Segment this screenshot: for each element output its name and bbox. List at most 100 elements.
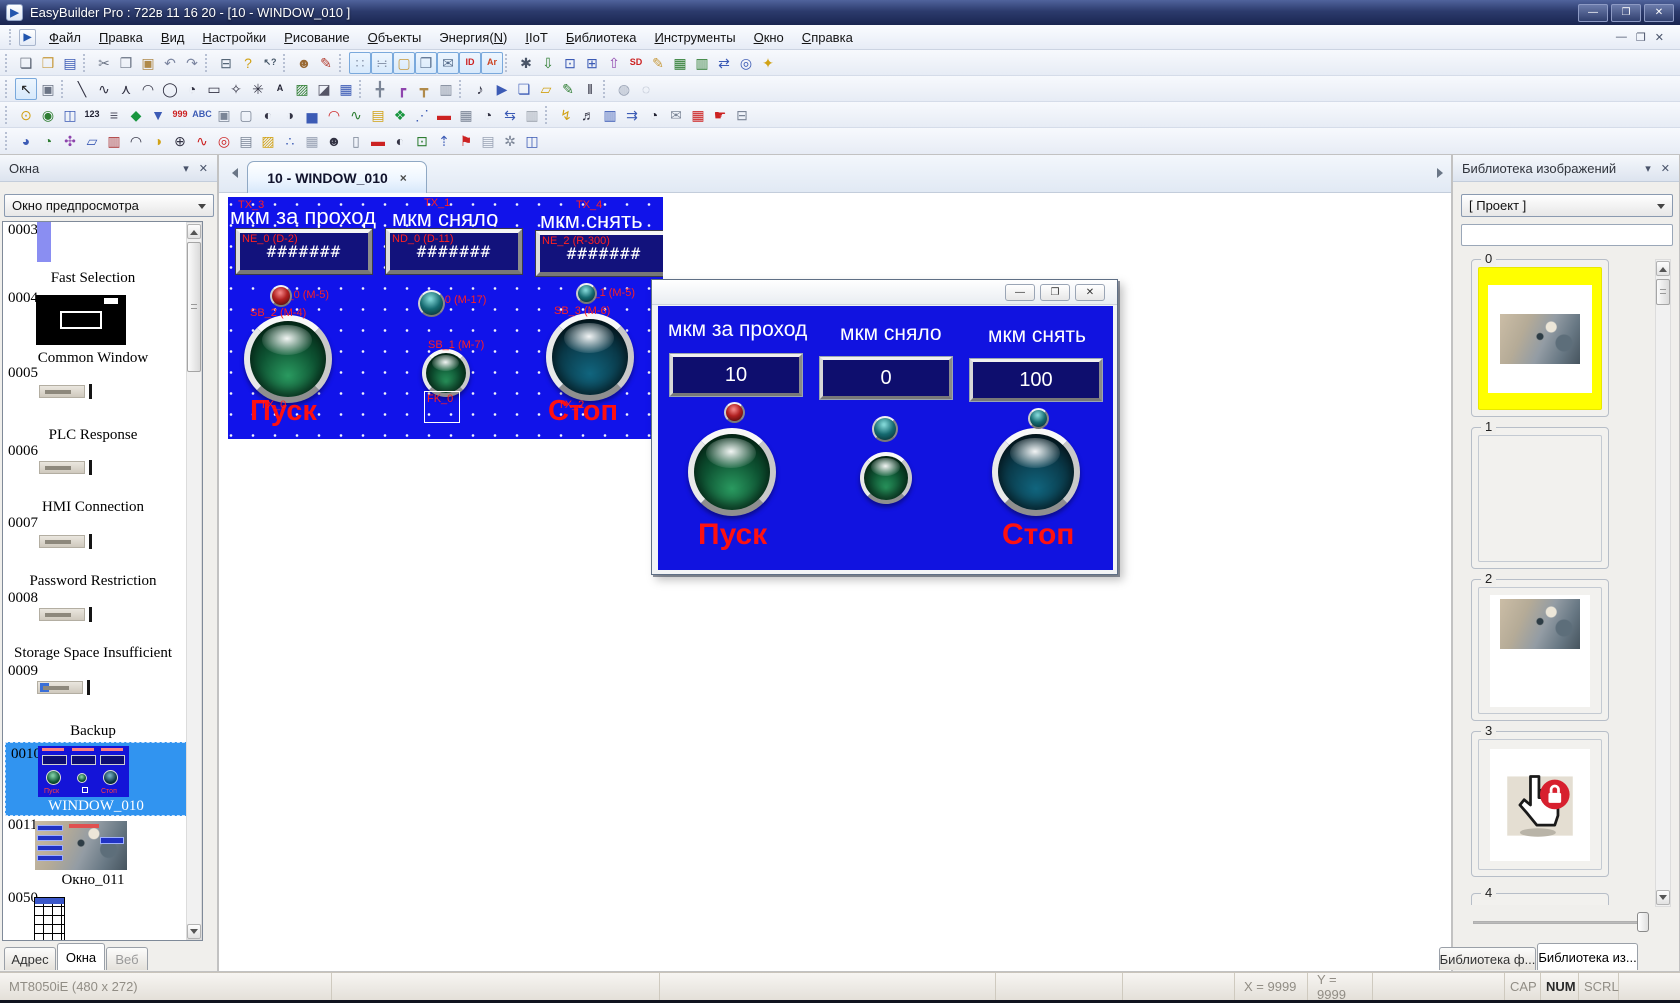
window-list-item[interactable]: 0006 HMI Connection [3, 443, 187, 518]
upload-button[interactable]: ⇧ [603, 52, 625, 74]
animation-button[interactable]: ◑ [279, 104, 301, 126]
window-list-scrollbar[interactable] [186, 222, 202, 940]
trend-curve-button[interactable]: ∿ [191, 130, 213, 152]
menu-item-library[interactable]: Библиотека [557, 27, 646, 48]
zoom-slider-handle[interactable] [1637, 912, 1649, 932]
grid-object-button[interactable]: ▦ [301, 130, 323, 152]
library-item-4[interactable]: 4 [1471, 885, 1609, 905]
print-button[interactable]: ⊟ [215, 52, 237, 74]
alarm-bar-button[interactable]: ▬ [433, 104, 455, 126]
pipe-elbow-tool[interactable]: ┏ [391, 78, 413, 100]
table-edit-button[interactable]: ▥ [691, 52, 713, 74]
polygon-tool[interactable]: ✧ [225, 78, 247, 100]
bit-lamp-object[interactable] [418, 290, 445, 317]
combo-button[interactable]: ▼ [147, 104, 169, 126]
status-pill-button[interactable]: ▬ [367, 130, 389, 152]
save-button[interactable]: ▤ [59, 52, 81, 74]
sim-start-button[interactable] [688, 428, 776, 516]
ungroup-button[interactable]: ◌ [635, 78, 657, 100]
tag-object-button[interactable]: ▱ [535, 78, 557, 100]
schedule-table-button[interactable]: ▤ [235, 130, 257, 152]
pipe-tee-tool[interactable]: ┳ [413, 78, 435, 100]
stack-object-button[interactable]: ❏ [513, 78, 535, 100]
menu-item-window[interactable]: Окно [745, 27, 793, 48]
numeric-object-button[interactable]: 999 [169, 104, 191, 126]
window-preview-select[interactable]: Окно предпросмотра [4, 194, 214, 217]
sound-object-button[interactable]: ♪ [469, 78, 491, 100]
hmi-design-screen[interactable]: TX_3 мкм за проход TX_1 мкм сняло TX_4 м… [228, 197, 663, 439]
context-help-button[interactable]: ↖? [259, 52, 281, 74]
sim-restore-button[interactable]: ❐ [1040, 283, 1070, 301]
tab-scroll-left-icon[interactable] [227, 168, 238, 178]
color-pie-button[interactable]: ◑ [147, 130, 169, 152]
text-tool[interactable]: A [269, 78, 291, 100]
simulation-title-bar[interactable]: — ❐ ✕ [652, 280, 1117, 305]
tab-scroll-right-icon[interactable] [1437, 168, 1448, 178]
mdi-close-button[interactable]: ✕ [1655, 31, 1664, 44]
email-button[interactable]: ✉ [665, 104, 687, 126]
xy-plot-button[interactable]: ⋰ [411, 104, 433, 126]
trend-display-button[interactable]: ∿ [345, 104, 367, 126]
recipe-editor-button[interactable]: ✎ [647, 52, 669, 74]
numeric-display-object[interactable]: NE_0 (D-2) ####### [236, 229, 372, 274]
menu-item-help[interactable]: Справка [793, 27, 862, 48]
panel-collapse-icon[interactable]: ▾ [183, 162, 189, 175]
touch-gesture-button[interactable]: ☛ [709, 104, 731, 126]
gear-object-button[interactable]: ✲ [499, 130, 521, 152]
pipe-straight-tool[interactable]: ╋ [369, 78, 391, 100]
cut-button[interactable]: ✂ [93, 52, 115, 74]
door-object-button[interactable]: ▯ [345, 130, 367, 152]
grid-toggle[interactable]: ∷ [349, 51, 371, 74]
ellipse-tool[interactable]: ◯ [159, 78, 181, 100]
undo-button[interactable]: ↶ [159, 52, 181, 74]
menu-item-options[interactable]: Настройки [193, 27, 275, 48]
new-button[interactable]: ❏ [15, 52, 37, 74]
barcode-object-button[interactable]: ‖ [579, 78, 601, 100]
document-object-button[interactable]: ▤ [477, 130, 499, 152]
curve-tool[interactable]: ∿ [93, 78, 115, 100]
about-button[interactable]: ? [237, 52, 259, 74]
backup-object-button[interactable]: ↯ [555, 104, 577, 126]
word-lamp-button[interactable]: ◉ [37, 104, 59, 126]
copy-button[interactable]: ❐ [115, 52, 137, 74]
simulation-window[interactable]: — ❐ ✕ мкм за проход мкм сняло мкм снять 10… [651, 279, 1118, 575]
fan-chart-button[interactable]: ✣ [59, 130, 81, 152]
rectangle-tool[interactable]: ▭ [203, 78, 225, 100]
stop-button-object[interactable] [546, 313, 634, 401]
direct-window-button[interactable]: ▢ [235, 104, 257, 126]
sd-download-button[interactable]: SD [625, 52, 647, 74]
plc-control-button[interactable]: ⇉ [621, 104, 643, 126]
function-key-object[interactable]: FK_0 [424, 391, 460, 423]
window-list-item[interactable]: 0050 [3, 890, 187, 940]
data-transfer-button[interactable]: ⇆ [499, 104, 521, 126]
data-block-button[interactable]: ❖ [389, 104, 411, 126]
bit-lamp-object[interactable] [270, 285, 292, 307]
menu-item-iiot[interactable]: IIoT [516, 27, 556, 48]
pie-tool[interactable]: ◔ [181, 78, 203, 100]
bit-lamp-button[interactable]: ⊙ [15, 104, 37, 126]
pie-chart-button[interactable]: ◕ [15, 130, 37, 152]
printer-object-button[interactable]: ⊟ [731, 104, 753, 126]
set-bit-button[interactable]: ◫ [59, 104, 81, 126]
mdi-restore-button[interactable]: ❐ [1636, 31, 1646, 44]
library-item-2[interactable]: 2 [1471, 571, 1609, 721]
window-settings-toggle[interactable]: ▢ [393, 51, 415, 74]
bar-graph-button[interactable]: ▅ [301, 104, 323, 126]
ascii-object-button[interactable]: ABC [191, 104, 213, 126]
operator-panel-button[interactable]: ☻ [323, 130, 345, 152]
shape-tool[interactable]: ◪ [313, 78, 335, 100]
zoom-slider-track[interactable] [1473, 921, 1649, 924]
data-sampling-button[interactable]: ▥ [599, 104, 621, 126]
monitor-clock-button[interactable]: ⊡ [411, 130, 433, 152]
numeric-display-object[interactable]: NE_2 (R-300) ####### [536, 231, 663, 276]
indirect-window-button[interactable]: ▣ [213, 104, 235, 126]
library-item-3[interactable]: 3 [1471, 723, 1609, 877]
utility-manager-button[interactable]: ✦ [757, 52, 779, 74]
flag-object-button[interactable]: ⚑ [455, 130, 477, 152]
panel-close-icon[interactable]: ✕ [1661, 162, 1670, 175]
circular-trend-button[interactable]: ◔ [37, 130, 59, 152]
timer-object-button[interactable]: ◐ [389, 130, 411, 152]
group-button[interactable]: ◍ [613, 78, 635, 100]
window-list-item[interactable]: 0003 Fast Selection [3, 222, 187, 289]
bit-lamp-object[interactable] [576, 283, 597, 304]
